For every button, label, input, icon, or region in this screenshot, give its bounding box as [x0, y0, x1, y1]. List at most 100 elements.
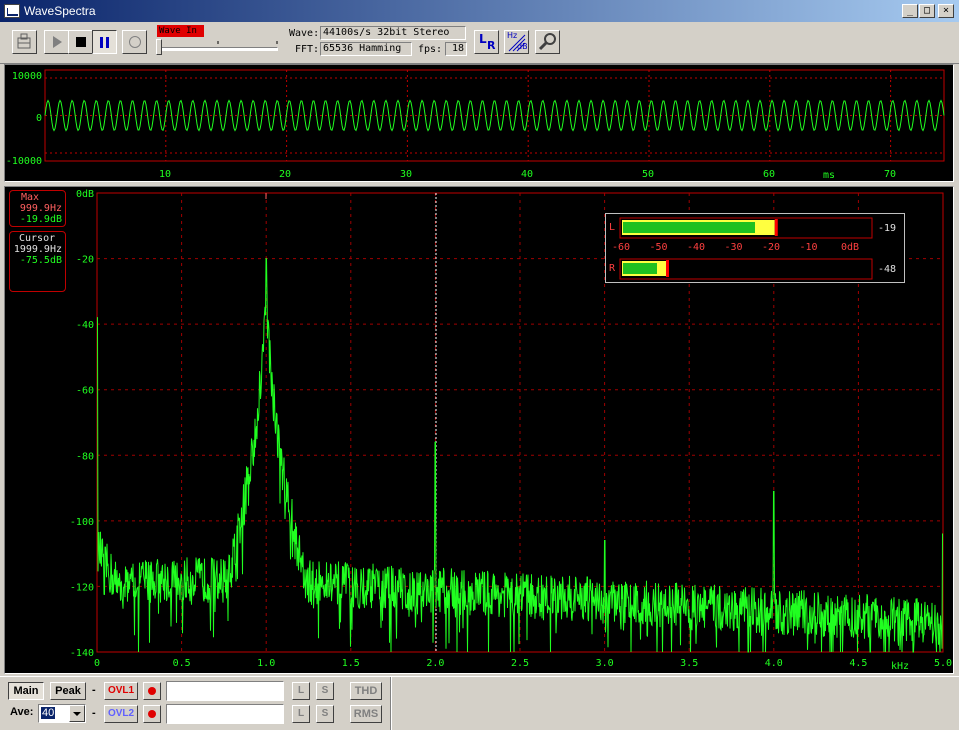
wave-label: Wave: [289, 28, 320, 39]
ovl2-load-button[interactable]: L [292, 705, 310, 723]
max-readout: Max 999.9Hz -19.9dB [9, 190, 66, 227]
window-title: WaveSpectra [24, 4, 96, 18]
stop-icon [76, 37, 86, 47]
max-readout-title: Max [21, 192, 40, 203]
ovl1-save-button[interactable]: S [316, 682, 334, 700]
level-meter-graphic: L -19 -60 -50 -40 -30 -20 -10 0dB R -48 [609, 217, 896, 280]
waveform-plot: 10000 0 -10000 10 20 30 40 50 60 70 ms [6, 69, 945, 181]
spectrum-x-unit: kHz [891, 661, 909, 672]
meter-scale-tick: -20 [762, 242, 780, 253]
meter-right-label: R [609, 263, 616, 274]
spectrum-x-tick: 0.5 [173, 658, 191, 669]
max-readout-level: -19.9dB [19, 214, 62, 225]
main-button[interactable]: Main [8, 682, 44, 700]
spectrum-x-tick: 5.0 [934, 658, 952, 669]
spectrum-x-tick: 3.0 [596, 658, 614, 669]
spectrum-x-ticks: 0 0.5 1.0 1.5 2.0 2.5 3.0 3.5 4.0 4.5 5.0 [94, 658, 952, 669]
hz-text: Hz [507, 31, 518, 40]
open-device-button[interactable] [12, 30, 37, 54]
meter-scale-tick: -40 [687, 242, 705, 253]
minimize-button[interactable]: _ [902, 4, 918, 18]
spectrum-y-tick: -20 [76, 255, 94, 266]
maximize-button[interactable]: □ [919, 4, 935, 18]
ovl2-button[interactable]: OVL2 [104, 705, 138, 723]
title-bar: WaveSpectra _ □ × [0, 0, 959, 22]
app-icon [4, 4, 20, 18]
ovl1-name-field[interactable] [166, 681, 284, 701]
meter-scale-tick: -60 [612, 242, 630, 253]
bottom-bar: Main Peak - OVL1 L S THD Ave: 40 - OVL2 … [0, 676, 959, 730]
meter-left-bar [622, 219, 778, 236]
ovl2-record-button[interactable] [143, 705, 161, 723]
wave-x-tick: 30 [400, 169, 412, 180]
chevron-down-icon[interactable] [69, 705, 85, 722]
cursor-readout-freq: 1999.9Hz [13, 244, 62, 255]
record-button[interactable] [122, 30, 147, 54]
ovl1-button[interactable]: OVL1 [104, 682, 138, 700]
lr-icon-l: L [479, 32, 487, 46]
wrench-icon [538, 33, 556, 51]
cursor-readout: Cursor 1999.9Hz -75.5dB [9, 231, 66, 292]
cursor-readout-title: Cursor [19, 233, 56, 244]
slider-ticks [159, 41, 278, 44]
wave-x-tick: 10 [159, 169, 171, 180]
spectrum-x-tick: 3.5 [680, 658, 698, 669]
wave-in-label: Wave In [157, 25, 204, 37]
wave-in-slider-track[interactable] [158, 47, 278, 51]
spectrum-x-tick: 1.0 [257, 658, 275, 669]
spectrum-y-tick: -40 [76, 320, 94, 331]
close-button[interactable]: × [938, 4, 954, 18]
spectrum-y-tick: -100 [70, 517, 94, 528]
waveform-grid [45, 70, 944, 161]
spectrum-y-tick: -80 [76, 451, 94, 462]
settings-button[interactable] [535, 30, 560, 54]
spectrum-panel[interactable]: 0dB -20 -40 -60 -80 -100 -120 -140 0 0.5 1.0 1.5 2.… [4, 186, 954, 674]
peak-button[interactable]: Peak [50, 682, 86, 700]
meter-left-label: L [609, 222, 615, 233]
meter-right-value: -48 [878, 264, 896, 275]
spectrum-x-tick: 2.0 [426, 658, 444, 669]
meter-scale-tick: 0dB [841, 242, 859, 253]
rms-button[interactable]: RMS [350, 705, 382, 723]
spectrum-y-ticks: 0dB -20 -40 -60 -80 -100 -120 -140 [70, 189, 94, 659]
fft-label: FFT: [295, 44, 320, 55]
cursor-readout-level: -75.5dB [19, 255, 62, 266]
wave-x-unit: ms [823, 170, 835, 181]
meter-left-value: -19 [878, 223, 896, 234]
wave-x-tick: 40 [521, 169, 533, 180]
wave-x-tick: 60 [763, 169, 775, 180]
spectrum-x-tick: 4.0 [765, 658, 783, 669]
wave-format-box: 44100s/s 32bit Stereo [320, 26, 466, 40]
ovl2-name-field[interactable] [166, 704, 284, 724]
level-meter: L -19 -60 -50 -40 -30 -20 -10 0dB R -48 [605, 213, 905, 283]
ovl1-record-button[interactable] [143, 682, 161, 700]
play-icon [53, 36, 62, 48]
wave-y-tick: 10000 [12, 71, 42, 82]
pause-button[interactable] [92, 30, 117, 54]
lr-channel-button[interactable]: L R [474, 30, 499, 54]
hz-db-scale-button[interactable]: Hz dB [504, 30, 529, 54]
max-readout-freq: 999.9Hz [19, 203, 62, 214]
spectrum-x-tick: 1.5 [342, 658, 360, 669]
wave-x-tick: 70 [884, 169, 896, 180]
ave-label: Ave: [10, 706, 34, 718]
stop-button[interactable] [68, 30, 93, 54]
ave-value: 40 [41, 707, 56, 719]
wave-x-tick: 50 [642, 169, 654, 180]
toolbar: Wave In Wave: 44100s/s 32bit Stereo FFT:… [0, 22, 959, 64]
spectrum-y-tick: 0dB [76, 189, 94, 200]
ave-select[interactable]: 40 [38, 704, 86, 723]
spectrum-y-tick: -140 [70, 648, 94, 659]
wave-in-slider-thumb[interactable] [156, 39, 162, 55]
wave-y-tick: -10000 [6, 156, 42, 167]
thd-button[interactable]: THD [350, 682, 382, 700]
ovl2-save-button[interactable]: S [316, 705, 334, 723]
ovl1-load-button[interactable]: L [292, 682, 310, 700]
play-button[interactable] [44, 30, 69, 54]
meter-scale-tick: -30 [724, 242, 742, 253]
wave-x-tick: 20 [279, 169, 291, 180]
device-icon [17, 33, 31, 49]
wave-y-tick: 0 [36, 113, 42, 124]
meter-scale: -60 -50 -40 -30 -20 -10 0dB [612, 242, 859, 253]
waveform-panel[interactable]: 10000 0 -10000 10 20 30 40 50 60 70 ms [4, 64, 954, 182]
